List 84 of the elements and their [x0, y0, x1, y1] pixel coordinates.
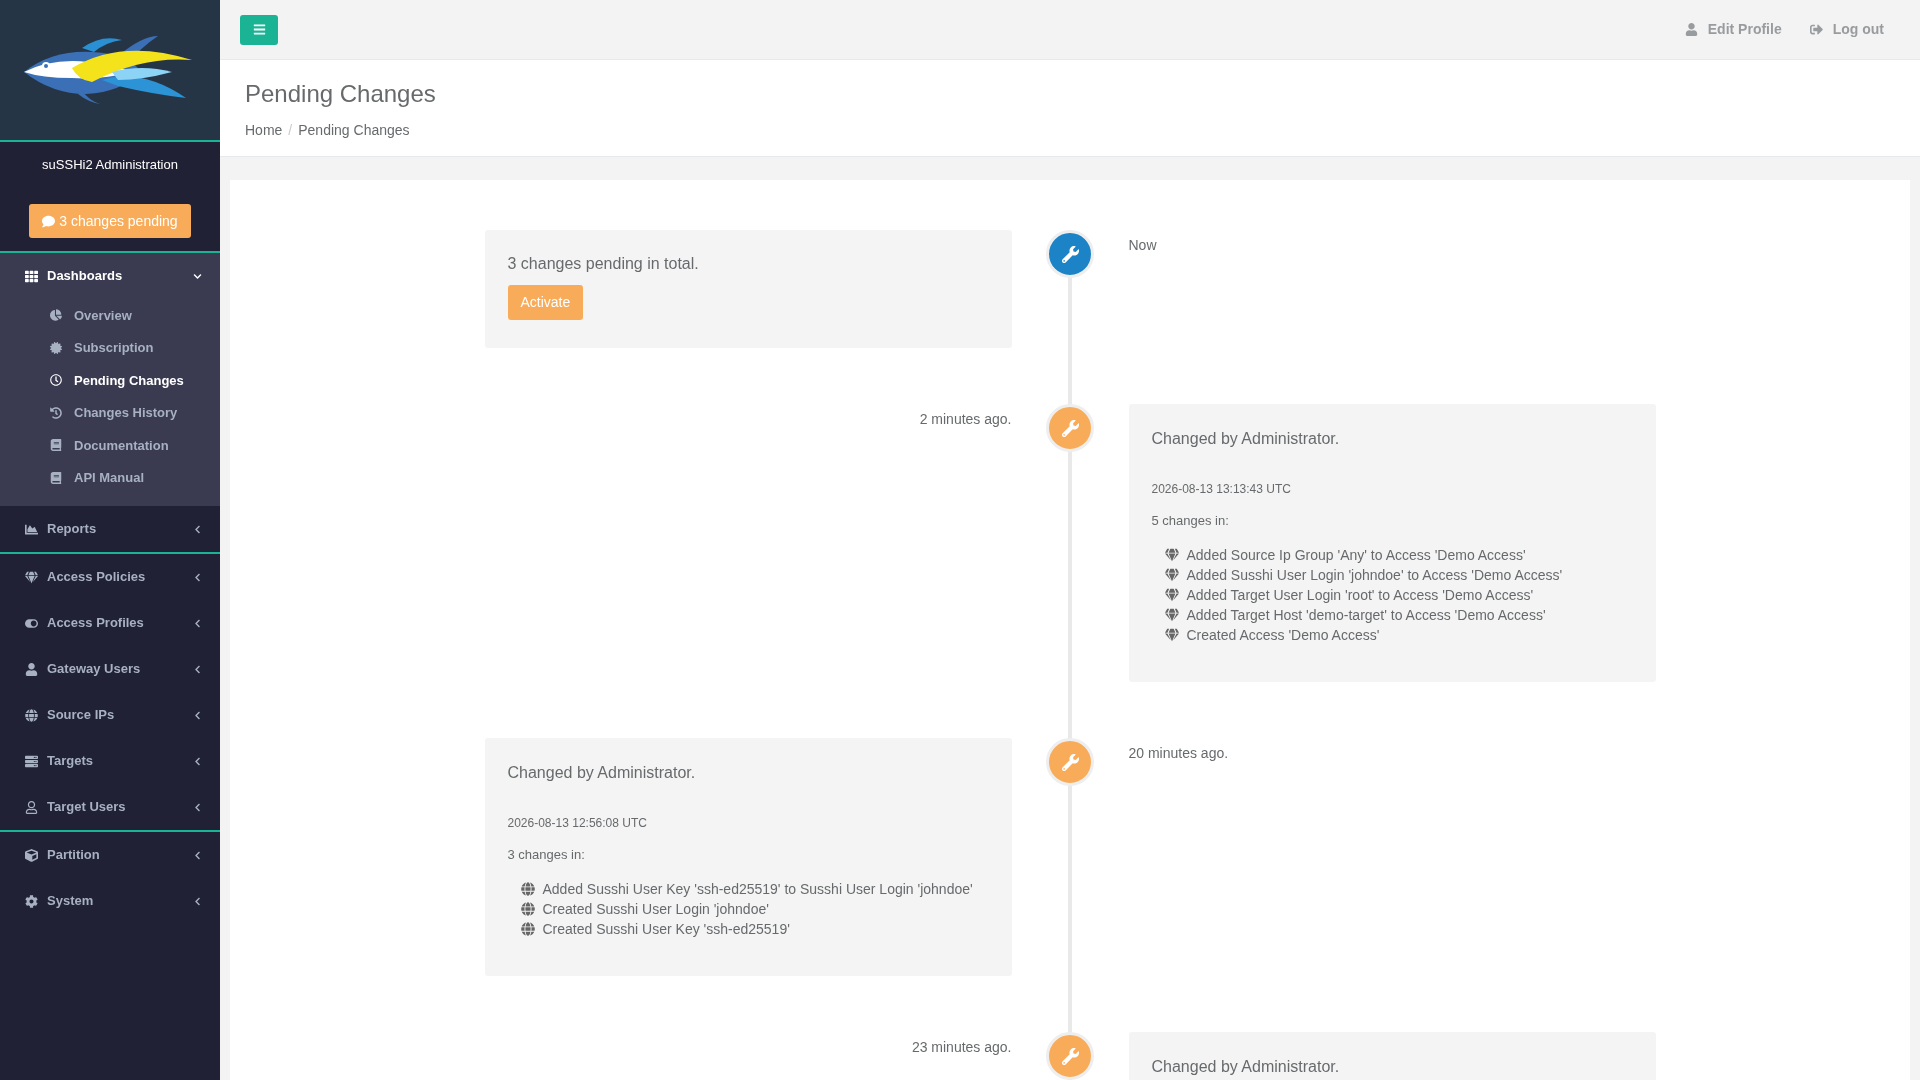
settings-icon: [25, 894, 38, 908]
sidebar-item[interactable]: Access Profiles: [0, 600, 220, 646]
time-label: 20 minutes ago.: [1128, 745, 1229, 761]
breadcrumb-item[interactable]: Home: [245, 120, 283, 141]
chevron-icon: [193, 618, 202, 628]
chevron-icon: [193, 896, 202, 906]
change-author: Changed by Administrator.: [1151, 429, 1341, 449]
chevron-icon: [193, 756, 202, 766]
chevron-icon: [193, 850, 202, 860]
submenu-item[interactable]: Changes History: [0, 396, 220, 429]
change-author: Changed by Administrator.: [1151, 1057, 1341, 1077]
gem-icon: [1164, 588, 1179, 602]
menu-button[interactable]: [240, 14, 278, 45]
globe-icon: [520, 882, 535, 896]
sidebar-item[interactable]: Target Users: [0, 784, 220, 830]
toggle-icon: [25, 616, 38, 630]
gem-icon: [25, 570, 38, 584]
change-item: Added Susshi User Login 'johndoe' to Access 'Demo Access': [1186, 565, 1563, 585]
submenu-item[interactable]: API Manual: [0, 461, 220, 494]
time-label: 23 minutes ago.: [911, 1039, 1012, 1055]
submenu-item[interactable]: Overview: [0, 299, 220, 332]
change-item: Added Susshi User Key 'ssh-ed25519' to Susshi User Login 'johndoe': [542, 879, 973, 899]
breadcrumb-separator: /: [287, 121, 294, 140]
wrench-icon: [1061, 245, 1079, 263]
book-icon: [50, 471, 62, 484]
gem-icon: [1164, 548, 1179, 562]
cube-icon: [25, 848, 38, 862]
sign-out-icon: [1809, 23, 1823, 36]
sidebar-item[interactable]: Source IPs: [0, 692, 220, 738]
change-date: 2026-08-13 12:56:08 UTC: [507, 816, 648, 830]
chevron-icon: [193, 802, 202, 812]
sidebar-item[interactable]: Targets: [0, 738, 220, 784]
area-chart-icon: [25, 522, 38, 536]
breadcrumb-item: Pending Changes: [298, 121, 410, 140]
server-icon: [25, 754, 38, 768]
clock-icon: [50, 374, 62, 387]
time-label: Now: [1128, 237, 1157, 253]
change-count: 3 changes in:: [507, 848, 586, 862]
page-title: Pending Changes: [245, 80, 437, 108]
change-item: Added Target Host 'demo-target' to Access 'Demo Access': [1186, 605, 1546, 625]
chevron-icon: [193, 524, 202, 534]
wrench-icon: [1061, 753, 1079, 771]
chevron-icon: [193, 664, 202, 674]
globe-icon: [520, 922, 535, 936]
book-icon: [50, 439, 62, 452]
change-count: 5 changes in:: [1151, 514, 1230, 528]
change-date: 2026-08-13 13:13:43 UTC: [1151, 482, 1292, 496]
user-icon: [1684, 23, 1698, 36]
sidebar-item[interactable]: Partition: [0, 832, 220, 878]
time-label: 2 minutes ago.: [919, 411, 1012, 427]
pending-summary: 3 changes pending in total.: [507, 254, 700, 274]
grid-icon: [25, 269, 38, 283]
change-item: Added Target User Login 'root' to Access 'Demo Access': [1186, 585, 1534, 605]
gem-icon: [1164, 628, 1179, 642]
sidebar-item[interactable]: Reports: [0, 506, 220, 552]
change-item: Created Access 'Demo Access': [1186, 625, 1380, 645]
sidebar-item[interactable]: Gateway Users: [0, 646, 220, 692]
change-item: Created Susshi User Login 'johndoe': [542, 899, 769, 919]
history-icon: [50, 406, 62, 419]
change-item: Added Source Ip Group 'Any' to Access 'Demo Access': [1186, 545, 1526, 565]
wrench-icon: [1061, 419, 1079, 437]
submenu-item[interactable]: Pending Changes: [0, 364, 220, 397]
pie-chart-icon: [50, 309, 62, 322]
app-title: suSSHi2 Administration: [42, 156, 178, 174]
sidebar-item[interactable]: System: [0, 878, 220, 924]
gem-icon: [1164, 608, 1179, 622]
change-author: Changed by Administrator.: [507, 763, 697, 783]
chevron-icon: [193, 572, 202, 582]
menu-icon: [252, 23, 266, 36]
chevron-icon: [193, 271, 202, 281]
submenu-item[interactable]: Subscription: [0, 331, 220, 364]
submenu-item[interactable]: Documentation: [0, 429, 220, 462]
sidebar-item[interactable]: Dashboards: [0, 253, 220, 299]
badge-icon: [50, 341, 62, 354]
speech-bubble-icon: [42, 214, 56, 228]
sidebar-item[interactable]: Access Policies: [0, 554, 220, 600]
globe-icon: [25, 708, 38, 722]
wrench-icon: [1061, 1047, 1079, 1065]
gem-icon: [1164, 568, 1179, 582]
change-item: Created Susshi User Key 'ssh-ed25519': [542, 919, 790, 939]
globe-icon: [520, 902, 535, 916]
user-icon: [25, 662, 38, 676]
chevron-icon: [193, 710, 202, 720]
user-outline-icon: [25, 800, 38, 814]
